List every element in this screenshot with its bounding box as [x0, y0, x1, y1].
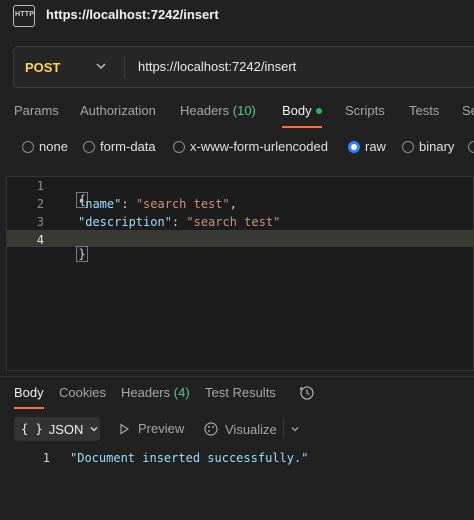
code-line-3[interactable]: "description": "search test"	[78, 215, 280, 229]
body-type-form-data[interactable]: form-data	[83, 139, 156, 154]
preview-button[interactable]: Preview	[118, 421, 184, 436]
visualize-button[interactable]: Visualize	[203, 421, 277, 437]
tab-headers[interactable]: Headers (10)	[180, 103, 256, 118]
response-active-tab-indicator	[14, 407, 44, 409]
radio-icon[interactable]	[83, 140, 95, 153]
body-type-binary[interactable]: binary	[402, 139, 454, 154]
toolbar-divider	[283, 419, 284, 437]
line-number: 4	[36, 233, 44, 247]
line-number: 3	[36, 215, 44, 229]
close-brace: }	[76, 246, 88, 262]
body-type-none[interactable]: none	[22, 139, 68, 154]
response-tab-headers[interactable]: Headers (4)	[121, 385, 190, 400]
radio-icon[interactable]	[173, 140, 185, 153]
json-key: "name"	[78, 197, 122, 211]
response-body-text[interactable]: "Document inserted successfully."	[70, 451, 308, 465]
response-divider[interactable]	[0, 376, 474, 377]
radio-icon[interactable]	[468, 140, 474, 153]
tab-params[interactable]: Params	[14, 103, 59, 118]
history-icon[interactable]	[299, 385, 315, 401]
json-value: "search test"	[186, 215, 281, 229]
code-line-4[interactable]: }	[62, 233, 88, 262]
url-divider	[124, 56, 125, 78]
response-tab-test-results[interactable]: Test Results	[205, 385, 276, 400]
active-tab-indicator	[282, 126, 322, 128]
play-icon	[120, 422, 130, 435]
tab-headers-label: Headers	[180, 103, 230, 118]
tab-authorization[interactable]: Authorization	[80, 103, 156, 118]
tab-settings[interactable]: Se	[462, 103, 474, 118]
radio-selected-icon[interactable]	[348, 140, 360, 153]
tab-body[interactable]: Body	[282, 103, 322, 118]
chevron-down-icon	[90, 427, 98, 432]
body-type-raw[interactable]: raw	[348, 139, 386, 154]
visualize-icon	[204, 422, 218, 436]
tab-tests[interactable]: Tests	[409, 103, 439, 118]
url-input[interactable]	[138, 59, 438, 74]
body-type-graphql[interactable]: G	[468, 139, 474, 154]
braces-icon: { }	[21, 422, 43, 436]
response-tab-body[interactable]: Body	[14, 385, 44, 400]
response-line-number: 1	[42, 451, 50, 465]
body-type-urlencoded[interactable]: x-www-form-urlencoded	[173, 139, 328, 154]
response-tab-cookies[interactable]: Cookies	[59, 385, 106, 400]
line-number: 2	[36, 197, 44, 211]
tab-scripts[interactable]: Scripts	[345, 103, 385, 118]
tab-headers-count: (10)	[232, 103, 256, 118]
method-selector[interactable]: POST	[25, 60, 60, 75]
chevron-down-icon[interactable]	[95, 60, 107, 72]
json-value: "search test"	[135, 197, 230, 211]
radio-icon[interactable]	[402, 140, 414, 153]
format-selector[interactable]: { } JSON	[14, 417, 100, 441]
request-title[interactable]: https://localhost:7242/insert	[46, 7, 219, 22]
code-line-2[interactable]: "name": "search test",	[78, 197, 237, 211]
chevron-down-icon[interactable]	[290, 424, 300, 434]
radio-icon[interactable]	[22, 140, 34, 153]
http-request-icon: HTTP	[13, 5, 35, 27]
body-indicator-dot	[315, 107, 322, 114]
json-key: "description"	[78, 215, 172, 229]
line-number: 1	[36, 179, 44, 193]
tab-body-label: Body	[282, 103, 312, 118]
